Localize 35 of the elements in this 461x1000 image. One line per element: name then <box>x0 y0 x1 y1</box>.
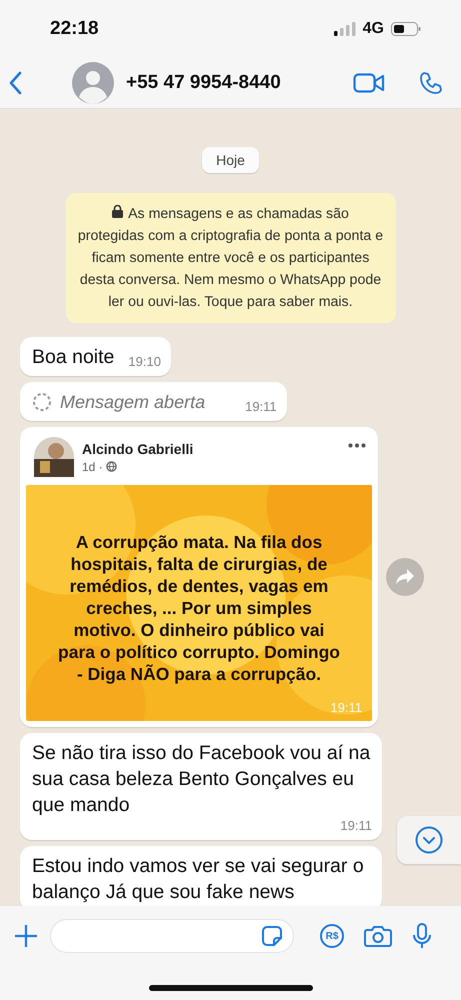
message-input[interactable] <box>50 919 294 953</box>
chevron-down-icon <box>415 826 443 854</box>
globe-icon <box>106 461 117 472</box>
message-text: Mensagem aberta <box>60 391 206 414</box>
forward-icon <box>395 568 415 586</box>
loading-icon <box>32 392 52 412</box>
phone-icon[interactable] <box>419 71 443 95</box>
payment-button[interactable]: R$ <box>320 924 344 948</box>
sticker-icon[interactable] <box>261 925 283 947</box>
battery-icon <box>391 22 421 36</box>
network-label: 4G <box>362 20 384 38</box>
signal-icon <box>334 22 356 36</box>
encryption-notice[interactable]: As mensagens e as chamadas são protegidas com a criptografia de ponta a ponta e ficam somente entre você e os participantes desta conversa. Nem mesmo o WhatsApp pode ler ou ouvi-las. Toque para saber mais. <box>66 193 396 323</box>
more-icon[interactable] <box>348 443 366 448</box>
message-time: 19:11 <box>330 700 362 715</box>
message-text: Boa noite <box>32 345 114 370</box>
post-author: Alcindo Gabrielli <box>82 440 194 456</box>
post-age: 1d · <box>82 460 103 474</box>
clock: 22:18 <box>50 18 99 40</box>
message-time: 19:10 <box>128 354 161 370</box>
contact-name[interactable]: +55 47 9954-8440 <box>126 72 341 94</box>
message-time: 19:11 <box>245 399 277 415</box>
post-text: A corrupção mata. Na fila dos hospitais, falta de cirurgias, de remédios, de dentes, vagas em creches, ... Por um simples motivo. O dinheiro público vai para o político corrupto. Domingo - Diga NÃO para a corrupção. <box>57 531 341 685</box>
plus-icon[interactable] <box>14 924 38 948</box>
message-text: Se não tira isso do Facebook vou aí na sua casa beleza Bento Gonçalves eu que mando <box>32 741 372 818</box>
date-chip: Hoje <box>202 147 259 173</box>
avatar-icon[interactable] <box>72 62 114 104</box>
microphone-icon[interactable] <box>412 923 432 949</box>
video-call-icon[interactable] <box>353 72 385 94</box>
back-icon[interactable] <box>8 71 22 95</box>
message-text: Estou indo vamos ver se vai segurar o balanço Já que sou fake news <box>32 854 365 905</box>
camera-icon[interactable] <box>364 924 392 948</box>
message-time: 19:11 <box>340 818 372 834</box>
scroll-down-button[interactable] <box>397 816 461 864</box>
lock-icon <box>112 205 124 218</box>
